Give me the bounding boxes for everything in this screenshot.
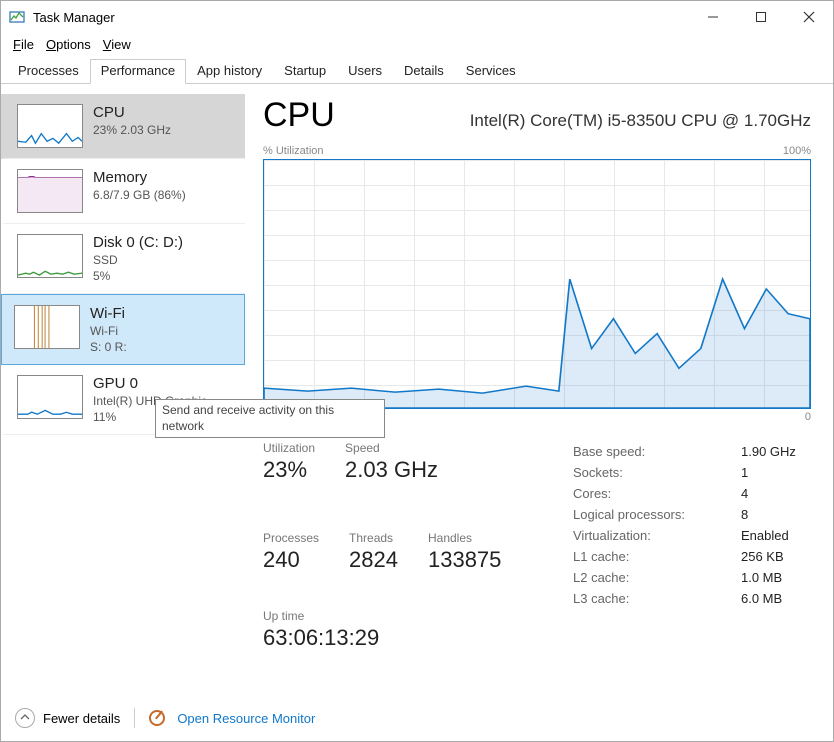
sidebar-item-sub: 6.8/7.9 GB (86%) — [93, 188, 186, 202]
stat-handles: Handles 133875 — [428, 531, 501, 573]
tab-services[interactable]: Services — [455, 59, 527, 84]
sidebar-item-sub: Wi-Fi — [90, 324, 127, 338]
chevron-up-icon — [15, 708, 35, 728]
sidebar-item-label: Wi-Fi — [90, 305, 127, 322]
stat-speed: Speed 2.03 GHz — [345, 441, 438, 483]
info-l1-cache: L1 cache:256 KB — [573, 546, 811, 567]
cpu-thumb — [17, 104, 83, 148]
cpu-detail-pane: CPU Intel(R) Core(TM) i5-8350U CPU @ 1.7… — [245, 84, 833, 694]
window-title: Task Manager — [33, 10, 115, 25]
tab-startup[interactable]: Startup — [273, 59, 337, 84]
sidebar-item-sub: SSD — [93, 253, 183, 267]
task-manager-icon — [9, 9, 25, 25]
titlebar: Task Manager — [1, 1, 833, 33]
sidebar-item-memory[interactable]: Memory 6.8/7.9 GB (86%) — [1, 159, 245, 224]
sidebar-item-label: Disk 0 (C: D:) — [93, 234, 183, 251]
performance-sidebar: CPU 23% 2.03 GHz Memory 6.8/7.9 GB (86%)… — [1, 84, 245, 694]
info-l2-cache: L2 cache:1.0 MB — [573, 567, 811, 588]
menu-options[interactable]: Options — [42, 35, 95, 54]
tabs: Processes Performance App history Startu… — [1, 58, 833, 84]
info-base-speed: Base speed:1.90 GHz — [573, 441, 811, 462]
wifi-tooltip: Send and receive activity on this networ… — [155, 399, 385, 438]
window-controls — [689, 1, 833, 33]
main: CPU 23% 2.03 GHz Memory 6.8/7.9 GB (86%)… — [1, 84, 833, 694]
tab-processes[interactable]: Processes — [7, 59, 90, 84]
info-l3-cache: L3 cache:6.0 MB — [573, 588, 811, 609]
memory-thumb — [17, 169, 83, 213]
cpu-utilization-chart[interactable] — [263, 159, 811, 409]
open-resource-monitor-link[interactable]: Open Resource Monitor — [149, 710, 315, 726]
chart-ylabel: % Utilization — [263, 145, 324, 157]
sidebar-item-cpu[interactable]: CPU 23% 2.03 GHz — [1, 94, 245, 159]
tab-users[interactable]: Users — [337, 59, 393, 84]
disk-thumb — [17, 234, 83, 278]
info-cores: Cores:4 — [573, 483, 811, 504]
maximize-button[interactable] — [737, 1, 785, 33]
sidebar-item-sub2: 5% — [93, 269, 183, 283]
menubar: File Options View — [1, 33, 833, 58]
detail-title: CPU — [263, 96, 335, 135]
divider — [134, 708, 135, 728]
stat-processes: Processes 240 — [263, 531, 319, 573]
sidebar-item-label: CPU — [93, 104, 171, 121]
close-button[interactable] — [785, 1, 833, 33]
sidebar-item-label: Memory — [93, 169, 186, 186]
resource-monitor-icon — [149, 710, 165, 726]
fewer-details-button[interactable]: Fewer details — [15, 708, 120, 728]
tab-details[interactable]: Details — [393, 59, 455, 84]
sidebar-item-sub2: S: 0 R: — [90, 340, 127, 354]
cpu-model: Intel(R) Core(TM) i5-8350U CPU @ 1.70GHz — [470, 111, 811, 131]
cpu-info-list: Base speed:1.90 GHz Sockets:1 Cores:4 Lo… — [573, 441, 811, 651]
stat-threads: Threads 2824 — [349, 531, 398, 573]
stat-utilization: Utilization 23% — [263, 441, 315, 483]
sidebar-item-label: GPU 0 — [93, 375, 217, 392]
info-virtualization: Virtualization:Enabled — [573, 525, 811, 546]
stat-uptime: Up time 63:06:13:29 — [263, 609, 533, 651]
wifi-thumb — [14, 305, 80, 349]
detail-header: CPU Intel(R) Core(TM) i5-8350U CPU @ 1.7… — [263, 96, 811, 135]
minimize-button[interactable] — [689, 1, 737, 33]
sidebar-item-sub: 23% 2.03 GHz — [93, 123, 171, 137]
menu-file[interactable]: File — [9, 35, 38, 54]
info-sockets: Sockets:1 — [573, 462, 811, 483]
chart-ymax: 100% — [783, 145, 811, 157]
cpu-stats: Utilization 23% Speed 2.03 GHz Processes… — [263, 441, 811, 651]
sidebar-item-disk0[interactable]: Disk 0 (C: D:) SSD 5% — [1, 224, 245, 294]
sidebar-item-wifi[interactable]: Wi-Fi Wi-Fi S: 0 R: — [1, 294, 245, 365]
menu-view[interactable]: View — [99, 35, 135, 54]
tab-app-history[interactable]: App history — [186, 59, 273, 84]
chart-x-right: 0 — [805, 411, 811, 423]
gpu-thumb — [17, 375, 83, 419]
tab-performance[interactable]: Performance — [90, 59, 186, 84]
footer: Fewer details Open Resource Monitor — [1, 694, 833, 742]
info-logical-processors: Logical processors:8 — [573, 504, 811, 525]
